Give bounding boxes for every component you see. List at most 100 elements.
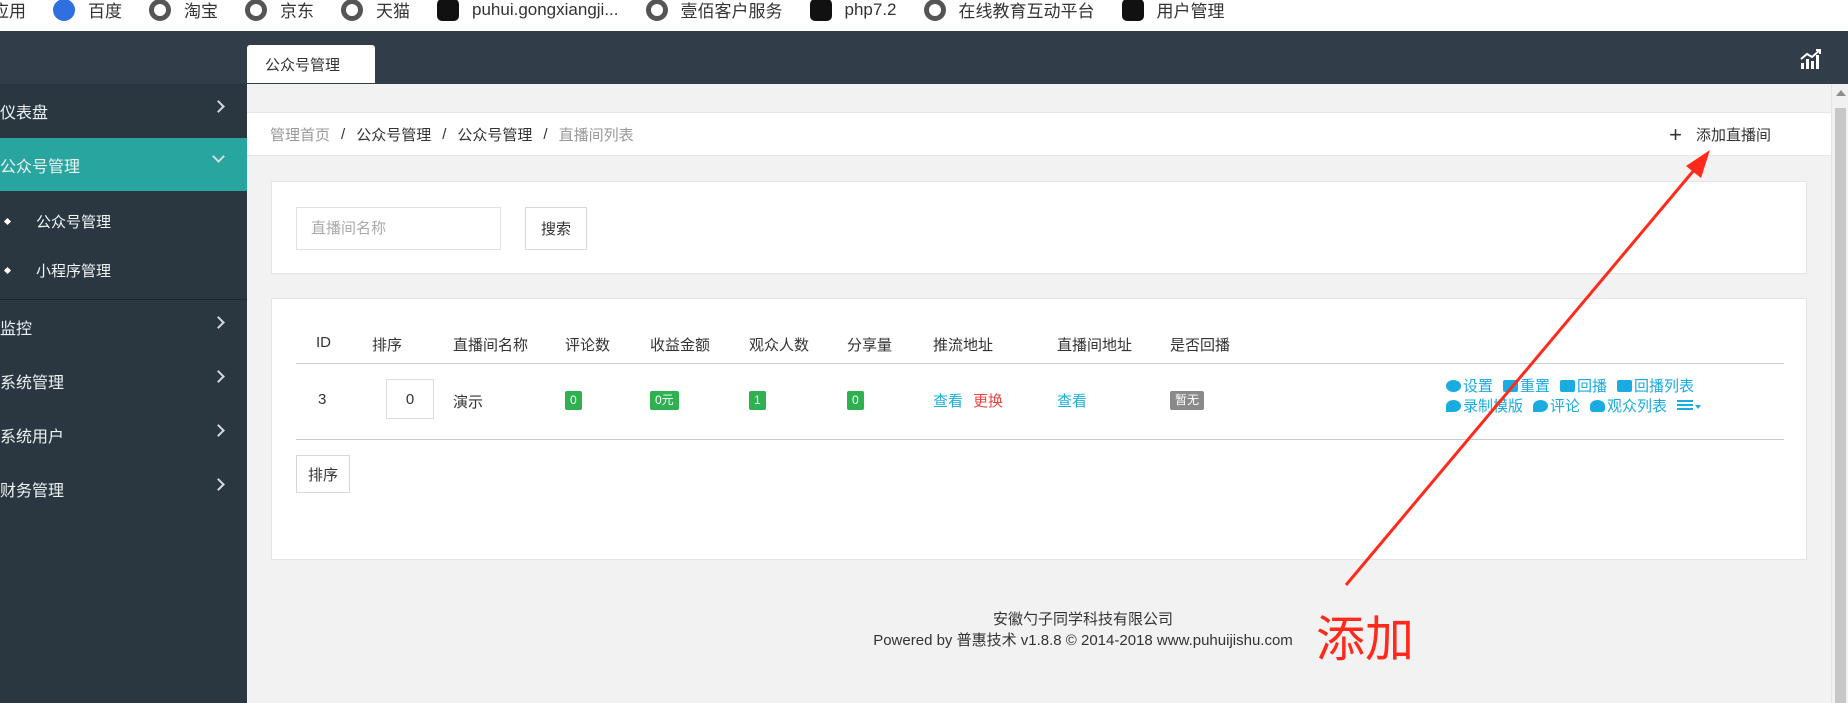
comments-badge: 0 bbox=[565, 391, 582, 410]
viewer-list-action[interactable]: 观众列表 bbox=[1590, 397, 1667, 417]
settings-action[interactable]: 设置 bbox=[1446, 377, 1493, 397]
col-shares: 分享量 bbox=[847, 337, 893, 354]
comments-action[interactable]: 评论 bbox=[1533, 397, 1580, 417]
room-name-search-input[interactable] bbox=[296, 207, 501, 250]
search-button[interactable]: 搜索 bbox=[525, 207, 587, 250]
col-name: 直播间名称 bbox=[453, 337, 529, 354]
breadcrumb-official-account[interactable]: 公众号管理 bbox=[356, 124, 431, 145]
box-icon bbox=[1121, 0, 1144, 21]
push-url-change-link[interactable]: 更换 bbox=[973, 390, 1003, 411]
footer-company: 安徽勺子同学科技有限公司 bbox=[992, 611, 1173, 628]
breadcrumb: 管理首页 / 公众号管理 / 公众号管理 / 直播间列表 + 添加直播间 bbox=[247, 112, 1831, 156]
col-room-url: 直播间地址 bbox=[1057, 337, 1133, 354]
replay-action[interactable]: 回播 bbox=[1560, 377, 1607, 397]
sidebar-item-system-users[interactable]: 系统用户 bbox=[0, 408, 247, 462]
col-replay: 是否回播 bbox=[1170, 337, 1231, 354]
chevron-right-icon bbox=[212, 370, 225, 383]
reset-action[interactable]: 重置 bbox=[1503, 377, 1550, 397]
globe-icon bbox=[923, 0, 946, 21]
bookmark-taobao[interactable]: 淘宝 bbox=[149, 0, 218, 22]
replay-status-badge: 暂无 bbox=[1170, 391, 1205, 410]
chevron-down-icon bbox=[212, 150, 225, 163]
comment-icon bbox=[1446, 400, 1461, 412]
comment-icon bbox=[1533, 400, 1549, 412]
box-icon bbox=[437, 0, 459, 21]
globe-icon bbox=[245, 0, 267, 21]
globe-icon bbox=[149, 0, 171, 21]
row-actions: 设置 重置 回播 回播列表 录制模版 评论 观众列表 bbox=[1446, 377, 1746, 417]
live-room-table-panel: ID 排序 直播间名称 评论数 收益金额 观众人数 分享量 推流地址 直播间地址… bbox=[271, 298, 1807, 560]
income-badge: 0元 bbox=[650, 391, 679, 410]
camera-icon bbox=[1560, 380, 1576, 392]
chevron-right-icon bbox=[212, 100, 225, 113]
plus-icon: + bbox=[1669, 121, 1682, 147]
baidu-icon bbox=[53, 0, 75, 21]
bookmark-php[interactable]: php7.2 bbox=[809, 0, 897, 21]
shares-badge: 0 bbox=[847, 391, 864, 410]
sort-button[interactable]: 排序 bbox=[296, 455, 350, 493]
col-comments: 评论数 bbox=[565, 337, 611, 354]
annotation-text: 添加 bbox=[1316, 611, 1415, 668]
sort-order-input[interactable] bbox=[386, 379, 434, 419]
tab-official-account[interactable]: 公众号管理 bbox=[247, 45, 375, 83]
bookmark-jd[interactable]: 京东 bbox=[245, 0, 314, 22]
cell-name: 演示 bbox=[453, 394, 484, 411]
bookmark-customer-service[interactable]: 壹佰客户服务 bbox=[645, 0, 783, 22]
sidebar-subitem-official-account[interactable]: 公众号管理 bbox=[0, 197, 247, 246]
menu-icon bbox=[1677, 400, 1694, 410]
caret-down-icon bbox=[1695, 405, 1702, 409]
bookmarks-bar: 应用 百度 淘宝 京东 天猫 puhui.gongxiangji... 壹佰客户… bbox=[0, 0, 1848, 31]
bookmark-baidu[interactable]: 百度 bbox=[53, 0, 122, 22]
breadcrumb-current: 直播间列表 bbox=[558, 126, 634, 144]
globe-icon bbox=[645, 0, 668, 21]
col-push-url: 推流地址 bbox=[933, 337, 994, 354]
col-viewers: 观众人数 bbox=[749, 337, 810, 354]
breadcrumb-official-account-2[interactable]: 公众号管理 bbox=[457, 124, 532, 145]
viewers-badge: 1 bbox=[749, 391, 766, 410]
push-url-view-link[interactable]: 查看 bbox=[933, 390, 963, 411]
table-row: 3 演示 0 0元 1 0 查看 更换 查看 暂无 设置重置回播回播列表 录制模… bbox=[296, 364, 1784, 440]
scrollbar-thumb[interactable] bbox=[1835, 108, 1846, 703]
bar-chart-icon[interactable] bbox=[1800, 48, 1822, 70]
footer: 安徽勺子同学科技有限公司 Powered by 普惠技术 v1.8.8 © 20… bbox=[247, 609, 1831, 651]
table-header: ID 排序 直播间名称 评论数 收益金额 观众人数 分享量 推流地址 直播间地址… bbox=[296, 331, 1784, 364]
record-template-action[interactable]: 录制模版 bbox=[1446, 397, 1523, 417]
top-header: 公众号管理 bbox=[0, 31, 1848, 84]
bookmark-tmall[interactable]: 天猫 bbox=[341, 0, 410, 22]
sidebar-item-dashboard[interactable]: 仪表盘 bbox=[0, 84, 247, 138]
main-content: 管理首页 / 公众号管理 / 公众号管理 / 直播间列表 + 添加直播间 搜索 … bbox=[247, 84, 1831, 703]
bookmark-puhui[interactable]: puhui.gongxiangji... bbox=[437, 0, 619, 21]
room-url-view-link[interactable]: 查看 bbox=[1057, 390, 1087, 411]
camera-icon bbox=[1503, 380, 1519, 392]
box-icon bbox=[809, 0, 832, 21]
sidebar-subitem-mini-program[interactable]: 小程序管理 bbox=[0, 246, 247, 295]
col-sort: 排序 bbox=[372, 337, 403, 354]
bookmark-apps[interactable]: 应用 bbox=[0, 0, 26, 22]
breadcrumb-home[interactable]: 管理首页 bbox=[270, 124, 330, 145]
sidebar-item-official-account[interactable]: 公众号管理 bbox=[0, 138, 247, 191]
col-id: ID bbox=[316, 334, 331, 351]
footer-powered-by: Powered by 普惠技术 v1.8.8 © 2014-2018 www.p… bbox=[873, 632, 1293, 649]
search-panel: 搜索 bbox=[271, 181, 1807, 274]
sidebar: 仪表盘 公众号管理 公众号管理 小程序管理 监控 系统管理 系统用户 财务管理 bbox=[0, 84, 247, 703]
camera-icon bbox=[1617, 380, 1633, 392]
bookmark-user-mgmt[interactable]: 用户管理 bbox=[1121, 0, 1225, 22]
more-actions-menu[interactable] bbox=[1677, 397, 1702, 417]
gear-icon bbox=[1446, 380, 1461, 392]
sidebar-item-monitor[interactable]: 监控 bbox=[0, 300, 247, 354]
cell-id: 3 bbox=[318, 391, 327, 408]
add-live-room-button[interactable]: + 添加直播间 bbox=[1669, 121, 1771, 147]
vertical-scrollbar[interactable] bbox=[1831, 84, 1848, 703]
sidebar-submenu: 公众号管理 小程序管理 bbox=[0, 191, 247, 300]
user-icon bbox=[1590, 400, 1606, 412]
scroll-up-arrow-icon[interactable] bbox=[1836, 90, 1846, 96]
replay-list-action[interactable]: 回播列表 bbox=[1617, 377, 1694, 397]
sidebar-item-finance[interactable]: 财务管理 bbox=[0, 462, 247, 516]
sidebar-item-system-mgmt[interactable]: 系统管理 bbox=[0, 354, 247, 408]
bookmark-education[interactable]: 在线教育互动平台 bbox=[923, 0, 1095, 22]
chevron-right-icon bbox=[212, 316, 225, 329]
chevron-right-icon bbox=[212, 424, 225, 437]
globe-icon bbox=[341, 0, 363, 21]
col-income: 收益金额 bbox=[650, 337, 711, 354]
chevron-right-icon bbox=[212, 478, 225, 491]
